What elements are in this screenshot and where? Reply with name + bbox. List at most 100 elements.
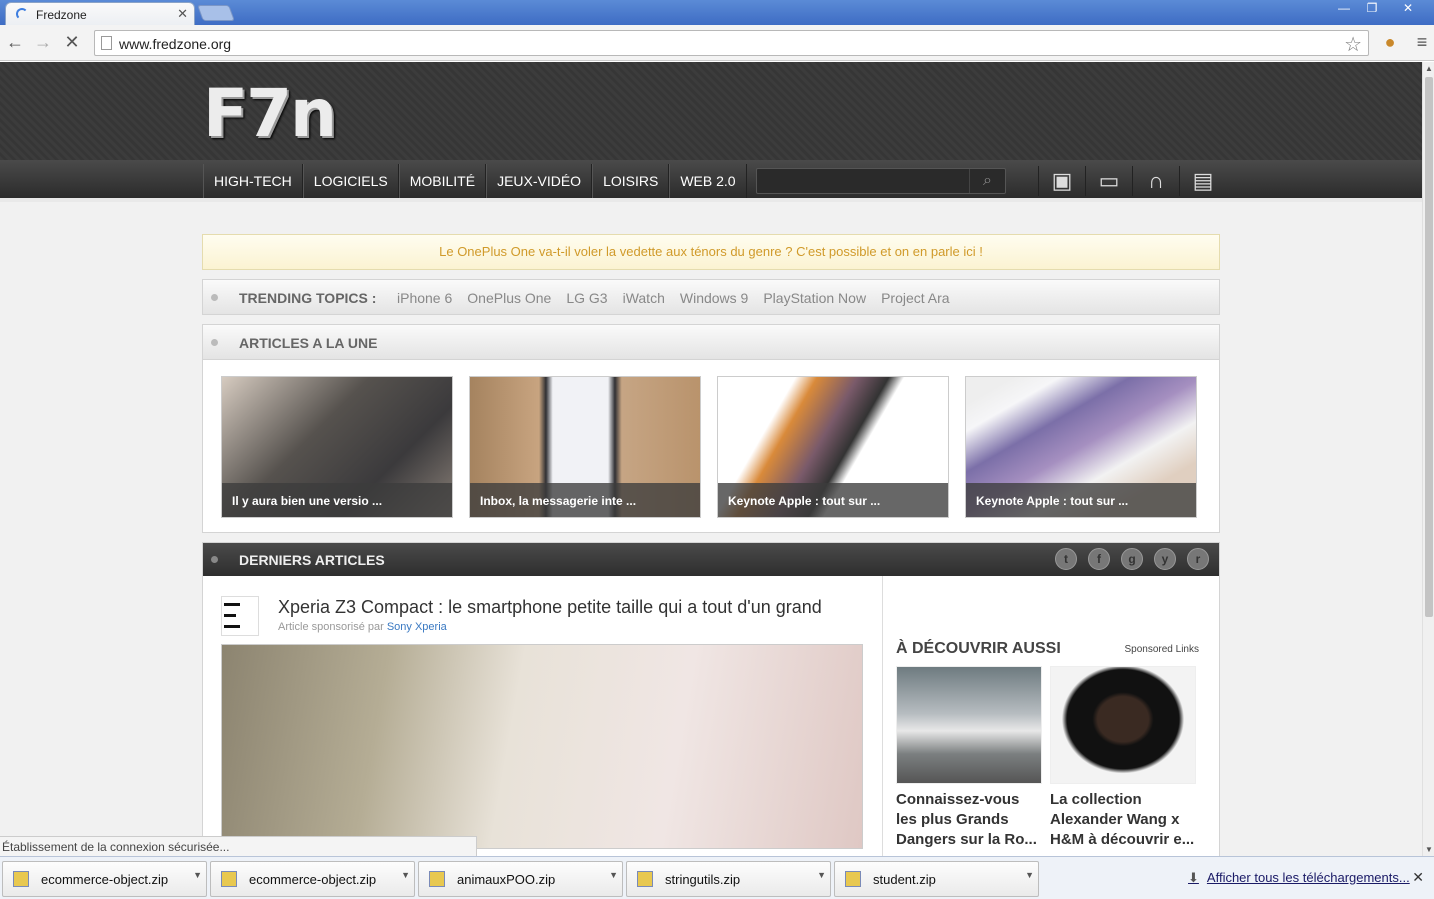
twitter-icon[interactable]: t	[1055, 548, 1077, 570]
gamepad-icon[interactable]: ▤	[1179, 166, 1226, 196]
menu-icon[interactable]: ≡	[1412, 32, 1432, 52]
chevron-down-icon[interactable]: ▼	[1025, 870, 1034, 880]
chevron-down-icon[interactable]: ▼	[609, 870, 618, 880]
close-tab-icon[interactable]: ✕	[177, 6, 188, 22]
download-item[interactable]: animauxPOO.zip ▼	[418, 861, 623, 897]
address-bar[interactable]: www.fredzone.org ☆	[94, 30, 1369, 56]
topic-link[interactable]: iWatch	[623, 290, 665, 306]
scrollbar-thumb[interactable]	[1425, 77, 1433, 617]
close-window-button[interactable]: ✕	[1386, 0, 1430, 18]
trending-label: TRENDING TOPICS :	[239, 290, 377, 306]
bullet-icon	[211, 556, 218, 563]
sponsored-item[interactable]: La collection Alexander Wang x H&M à déc…	[1050, 666, 1196, 850]
show-all-label[interactable]: Afficher tous les téléchargements...	[1207, 870, 1410, 885]
tv-icon[interactable]: ▭	[1085, 166, 1132, 196]
promo-banner[interactable]: Le OnePlus One va-t-il voler la vedette …	[202, 234, 1220, 270]
scroll-down-icon[interactable]: ▼	[1425, 845, 1433, 854]
zip-file-icon	[637, 871, 653, 887]
nav-mobilite[interactable]: MOBILITÉ	[398, 164, 487, 198]
download-name[interactable]: animauxPOO.zip	[457, 872, 555, 887]
download-item[interactable]: student.zip ▼	[834, 861, 1039, 897]
bookmark-star-icon[interactable]: ☆	[1344, 32, 1362, 57]
article-title[interactable]: Xperia Z3 Compact : le smartphone petite…	[278, 597, 822, 618]
sponsored-title[interactable]: La collection Alexander Wang x H&M à déc…	[1050, 790, 1196, 850]
sponsored-sidebar: À DÉCOUVRIR AUSSI Sponsored Links Connai…	[883, 576, 1219, 856]
chevron-down-icon[interactable]: ▼	[817, 870, 826, 880]
nav-high-tech[interactable]: HIGH-TECH	[203, 164, 303, 198]
topic-link[interactable]: PlayStation Now	[763, 290, 866, 306]
featured-card[interactable]: Il y aura bien une versio ...	[221, 376, 453, 518]
zip-file-icon	[845, 871, 861, 887]
window-controls: — ❐ ✕	[1330, 0, 1430, 18]
zip-file-icon	[221, 871, 237, 887]
chevron-down-icon[interactable]: ▼	[193, 870, 202, 880]
card-caption[interactable]: Inbox, la messagerie inte ...	[470, 483, 700, 517]
close-shelf-icon[interactable]: ✕	[1412, 869, 1424, 886]
sponsored-title[interactable]: Connaissez-vous les plus Grands Dangers …	[896, 790, 1042, 850]
page-scrollbar[interactable]: ▲ ▼	[1422, 62, 1434, 856]
download-name[interactable]: ecommerce-object.zip	[249, 872, 376, 887]
topic-link[interactable]: LG G3	[566, 290, 607, 306]
tab-title: Fredzone	[36, 8, 87, 22]
card-caption[interactable]: Keynote Apple : tout sur ...	[718, 483, 948, 517]
site-search-input[interactable]: ⌕	[756, 168, 1006, 194]
featured-articles: ARTICLES A LA UNE Il y aura bien une ver…	[202, 324, 1220, 533]
latest-heading: DERNIERS ARTICLES	[239, 552, 385, 568]
minimize-button[interactable]: —	[1330, 0, 1358, 18]
cookie-icon[interactable]: ●	[1380, 32, 1400, 52]
nav-loisirs[interactable]: LOISIRS	[592, 164, 670, 198]
download-name[interactable]: stringutils.zip	[665, 872, 740, 887]
site-logo[interactable]: F7n	[203, 81, 337, 147]
facebook-icon[interactable]: f	[1088, 548, 1110, 570]
article-image[interactable]	[221, 644, 863, 849]
article-preview: Xperia Z3 Compact : le smartphone petite…	[203, 576, 883, 856]
featured-card[interactable]: Inbox, la messagerie inte ...	[469, 376, 701, 518]
site-header: F7n	[0, 62, 1422, 160]
article-byline: Article sponsorisé par Sony Xperia	[278, 621, 447, 633]
card-caption[interactable]: Il y aura bien une versio ...	[222, 483, 452, 517]
rss-icon[interactable]: r	[1187, 548, 1209, 570]
featured-card[interactable]: Keynote Apple : tout sur ...	[965, 376, 1197, 518]
scroll-up-icon[interactable]: ▲	[1425, 64, 1433, 73]
maximize-button[interactable]: ❐	[1358, 0, 1386, 18]
google-plus-icon[interactable]: g	[1121, 548, 1143, 570]
sponsor-link[interactable]: Sony Xperia	[387, 621, 447, 633]
sidebar-heading: À DÉCOUVRIR AUSSI	[896, 640, 1061, 657]
topic-link[interactable]: OnePlus One	[467, 290, 551, 306]
headphones-icon[interactable]: ∩	[1132, 166, 1179, 196]
youtube-icon[interactable]: y	[1154, 548, 1176, 570]
show-all-downloads[interactable]: ⬇ Afficher tous les téléchargements...	[1188, 870, 1410, 886]
download-arrow-icon: ⬇	[1188, 870, 1199, 885]
forward-icon[interactable]: →	[33, 32, 53, 52]
topic-link[interactable]: Project Ara	[881, 290, 949, 306]
download-name[interactable]: ecommerce-object.zip	[41, 872, 168, 887]
nav-web20[interactable]: WEB 2.0	[669, 164, 747, 198]
new-tab-button[interactable]	[197, 5, 235, 21]
featured-card[interactable]: Keynote Apple : tout sur ...	[717, 376, 949, 518]
stop-icon[interactable]: ✕	[62, 32, 82, 52]
page-icon	[101, 36, 112, 50]
topic-link[interactable]: iPhone 6	[397, 290, 452, 306]
download-item[interactable]: ecommerce-object.zip ▼	[210, 861, 415, 897]
browser-toolbar: ← → ✕ www.fredzone.org ☆ ● ≡	[0, 25, 1434, 61]
nav-jeux-video[interactable]: JEUX-VIDÉO	[486, 164, 593, 198]
download-shelf: ecommerce-object.zip ▼ ecommerce-object.…	[0, 856, 1434, 899]
status-bubble: Établissement de la connexion sécurisée.…	[0, 836, 477, 858]
nav-logiciels[interactable]: LOGICIELS	[302, 164, 399, 198]
url-text[interactable]: www.fredzone.org	[119, 36, 231, 52]
download-item[interactable]: stringutils.zip ▼	[626, 861, 831, 897]
card-caption[interactable]: Keynote Apple : tout sur ...	[966, 483, 1196, 517]
topic-link[interactable]: Windows 9	[680, 290, 748, 306]
back-icon[interactable]: ←	[5, 32, 25, 52]
sponsored-label[interactable]: Sponsored Links	[1125, 644, 1200, 655]
sponsored-item[interactable]: Connaissez-vous les plus Grands Dangers …	[896, 666, 1042, 850]
chevron-down-icon[interactable]: ▼	[401, 870, 410, 880]
loading-icon	[16, 8, 28, 20]
featured-heading: ARTICLES A LA UNE	[239, 335, 378, 351]
sponsor-logo	[221, 596, 259, 636]
browser-tab[interactable]: Fredzone ✕	[5, 2, 195, 25]
download-item[interactable]: ecommerce-object.zip ▼	[2, 861, 207, 897]
search-icon[interactable]: ⌕	[969, 169, 1005, 193]
camera-icon[interactable]: ▣	[1038, 166, 1085, 196]
download-name[interactable]: student.zip	[873, 872, 936, 887]
